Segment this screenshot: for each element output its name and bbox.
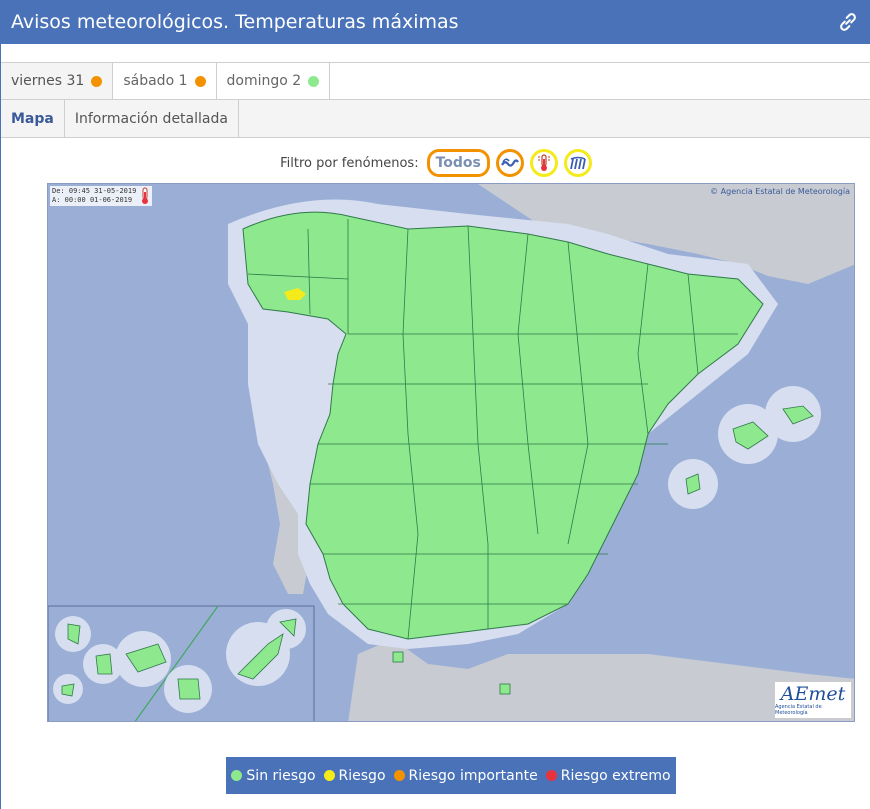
tab-mapa[interactable]: Mapa: [1, 100, 65, 137]
filter-temperature-button[interactable]: [529, 149, 558, 177]
page-frame: Avisos meteorológicos. Temperaturas máxi…: [0, 0, 870, 809]
aemet-logo: AEmet Agencia Estatal de Meteorología: [774, 681, 852, 719]
tab-label: Información detallada: [74, 110, 228, 127]
legend-label: Riesgo importante: [408, 767, 538, 784]
filter-todos-label: Todos: [435, 155, 481, 171]
tab-label: domingo 2: [226, 73, 302, 89]
link-icon[interactable]: [837, 11, 859, 33]
timestamp-a: 00:00 01-06-2019: [64, 196, 133, 204]
map-timestamp: De: 09:45 31-05-2019 A: 00:00 01-06-2019: [50, 186, 153, 206]
tab-label: sábado 1: [123, 73, 188, 89]
tab-label: Mapa: [11, 110, 54, 127]
tab-informacion-detallada[interactable]: Información detallada: [65, 100, 239, 137]
legend-sin-riesgo: Sin riesgo: [231, 767, 316, 784]
legend-riesgo: Riesgo: [323, 767, 386, 784]
filter-coastal-button[interactable]: [495, 149, 524, 177]
timestamp-de-label: De:: [52, 187, 65, 195]
legend-label: Riesgo: [338, 767, 386, 784]
filter-rain-button[interactable]: [563, 149, 592, 177]
status-dot: [308, 75, 320, 87]
warnings-map[interactable]: De: 09:45 31-05-2019 A: 00:00 01-06-2019…: [47, 183, 855, 722]
tab-domingo[interactable]: domingo 2: [216, 63, 331, 99]
page-header: Avisos meteorológicos. Temperaturas máxi…: [1, 0, 870, 44]
thermometer-icon: [142, 187, 149, 204]
logo-subtitle: Agencia Estatal de Meteorología: [775, 704, 822, 716]
logo-text: AEmet: [780, 683, 846, 705]
legend-dot: [545, 770, 557, 781]
rain-icon: [569, 156, 586, 170]
canary-inset: [48, 605, 315, 721]
status-dot: [194, 75, 206, 87]
day-tabs: viernes 31 sábado 1 domingo 2: [1, 62, 870, 100]
view-tabs: Mapa Información detallada: [1, 100, 870, 138]
tab-sabado[interactable]: sábado 1: [113, 63, 217, 99]
coastal-waves-icon: [500, 158, 519, 167]
timestamp-a-label: A:: [52, 196, 61, 204]
ceuta: [392, 651, 404, 663]
map-copyright: © Agencia Estatal de Meteorología: [710, 187, 850, 196]
phenomena-filter: Filtro por fenómenos: Todos: [1, 148, 870, 178]
thermometer-icon: [537, 154, 550, 171]
tab-label: viernes 31: [11, 73, 85, 89]
tab-viernes[interactable]: viernes 31: [1, 63, 114, 99]
legend-riesgo-importante: Riesgo importante: [393, 767, 538, 784]
map-canvas: [48, 184, 854, 721]
status-dot: [91, 75, 103, 87]
legend-dot: [323, 770, 335, 781]
legend-dot: [231, 770, 243, 781]
melilla: [499, 683, 511, 695]
legend-label: Sin riesgo: [246, 767, 316, 784]
legend-dot: [393, 770, 405, 781]
risk-legend: Sin riesgo Riesgo Riesgo importante Ries…: [226, 757, 676, 794]
filter-label: Filtro por fenómenos:: [280, 155, 419, 171]
page-title: Avisos meteorológicos. Temperaturas máxi…: [11, 11, 459, 33]
timestamp-de: 09:45 31-05-2019: [68, 187, 137, 195]
legend-label: Riesgo extremo: [560, 767, 671, 784]
filter-todos-button[interactable]: Todos: [426, 149, 490, 177]
legend-riesgo-extremo: Riesgo extremo: [545, 767, 671, 784]
